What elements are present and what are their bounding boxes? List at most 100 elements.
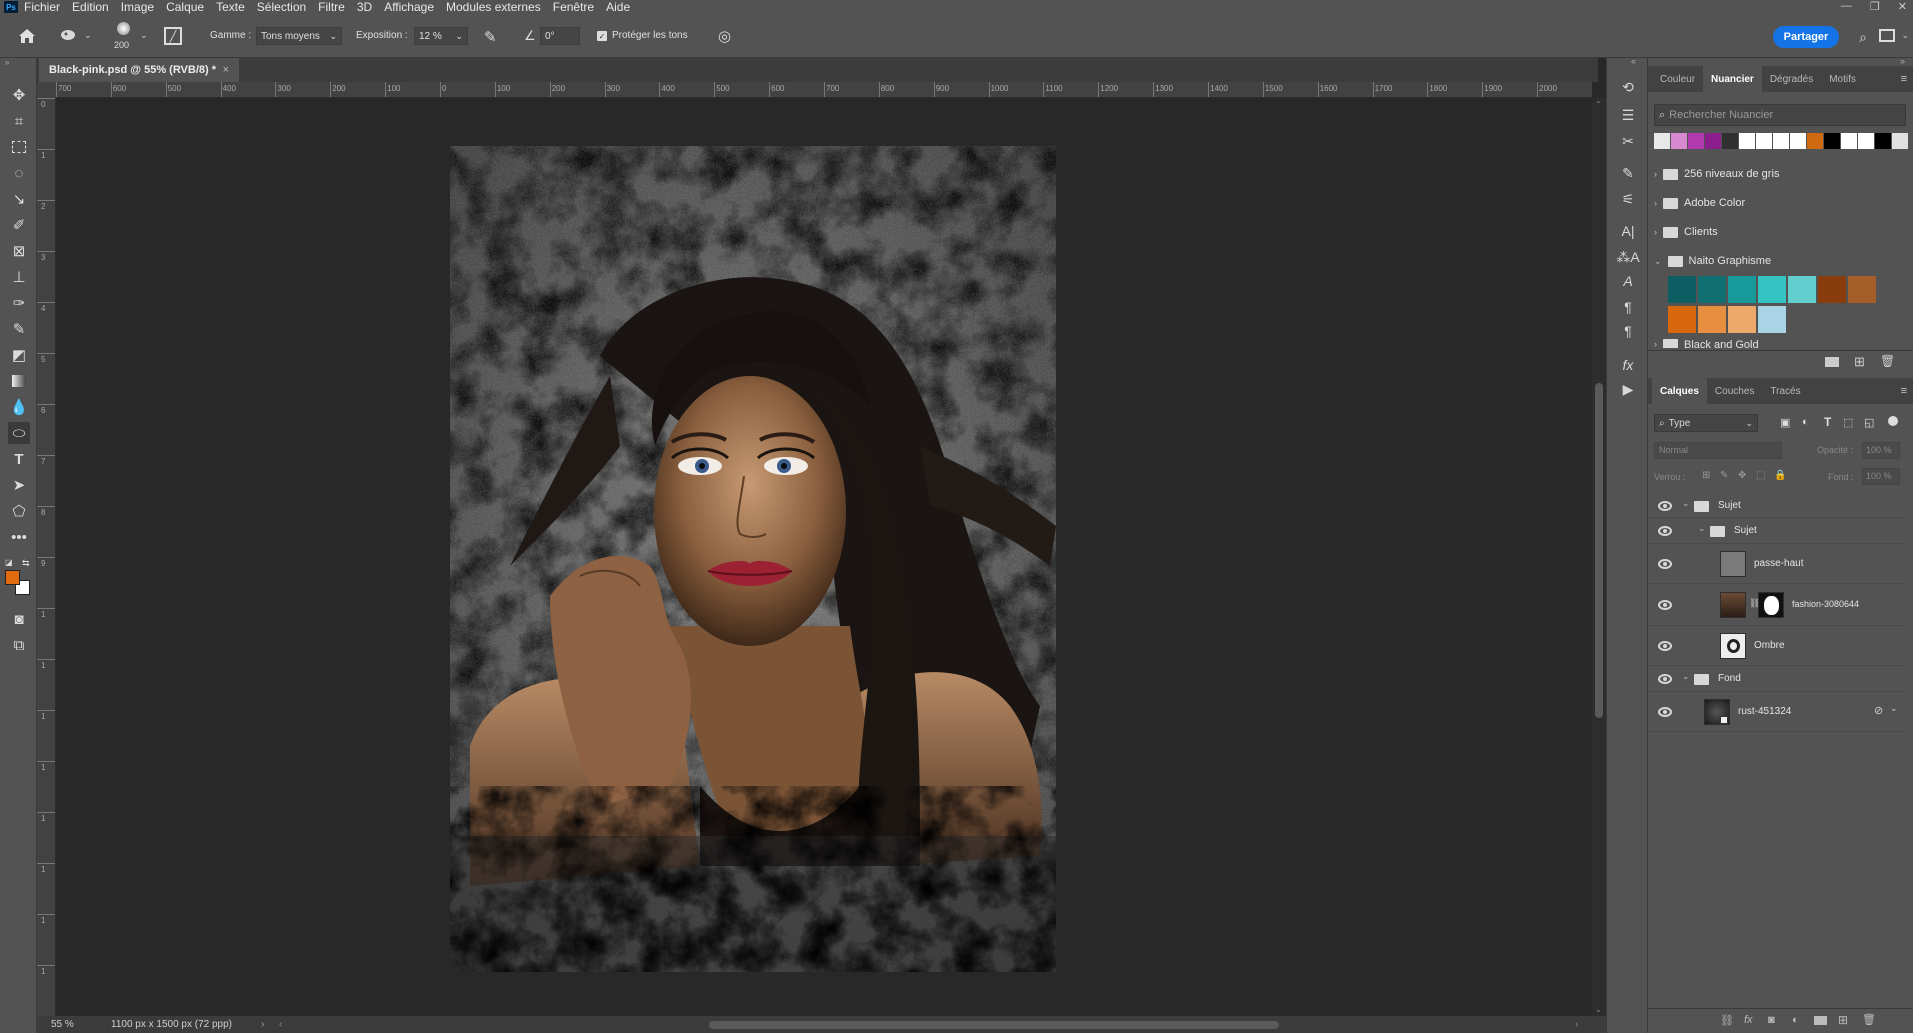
visibility-eye-icon[interactable] — [1658, 559, 1672, 569]
menu-filtre[interactable]: Filtre — [312, 0, 351, 14]
glyphs-icon[interactable]: A — [1617, 270, 1639, 292]
tab-degrades[interactable]: Dégradés — [1762, 66, 1821, 92]
menu-3d[interactable]: 3D — [351, 0, 378, 14]
menu-aide[interactable]: Aide — [600, 0, 636, 14]
brush-tool-icon[interactable]: ✎ — [8, 318, 30, 340]
exposure-input[interactable]: 12 % ⌄ — [414, 27, 468, 45]
tab-calques[interactable]: Calques — [1652, 378, 1707, 404]
vertical-ruler[interactable]: 0 1 2 3 4 5 6 7 8 9 1 1 1 1 1 1 1 1 — [37, 98, 56, 1016]
zoom-level[interactable]: 55 % — [51, 1019, 74, 1030]
layer-row[interactable]: ⌄ Sujet — [1648, 518, 1906, 544]
airbrush-icon[interactable]: ✎ — [484, 28, 497, 46]
swatch-search-input[interactable]: ⌕ Rechercher Nuancier — [1654, 104, 1906, 126]
eyedropper-icon[interactable]: ✑ — [8, 292, 30, 314]
menu-image[interactable]: Image — [115, 0, 160, 14]
lock-pixels-icon[interactable]: ⊞ — [1702, 470, 1710, 481]
new-group-icon[interactable] — [1814, 1016, 1827, 1025]
lock-paint-icon[interactable]: ✎ — [1720, 470, 1728, 481]
home-icon[interactable] — [16, 25, 38, 47]
adjustments-icon[interactable]: ☰ — [1617, 104, 1639, 126]
range-select[interactable]: Tons moyens ⌄ — [256, 27, 342, 45]
naito-swatch[interactable] — [1758, 306, 1786, 333]
sponge-tool-icon[interactable]: ⬭ — [8, 422, 30, 444]
layer-filter-select[interactable]: ⌕ Type ⌄ — [1654, 414, 1758, 432]
layer-mask-thumbnail[interactable] — [1758, 592, 1784, 618]
recent-swatch[interactable] — [1705, 133, 1721, 149]
more-tools-icon[interactable]: ••• — [8, 526, 30, 548]
lock-artboard-icon[interactable]: ⬚ — [1756, 470, 1765, 481]
vertical-scrollbar[interactable]: ⌃ ⌄ — [1592, 98, 1606, 1016]
naito-swatch[interactable] — [1668, 276, 1696, 303]
paragraph-icon[interactable]: ¶ — [1617, 296, 1639, 318]
workspace-icon[interactable] — [1879, 29, 1895, 42]
naito-swatch[interactable] — [1818, 276, 1846, 303]
paragraph-styles-icon[interactable]: ¶ — [1617, 320, 1639, 342]
restore-icon[interactable]: ❐ — [1870, 0, 1880, 13]
tab-couleur[interactable]: Couleur — [1652, 66, 1703, 92]
foreground-color-swatch[interactable] — [5, 570, 20, 585]
swatch-group[interactable]: ⌄ Naito Graphisme — [1654, 250, 1904, 272]
protect-tones-checkbox[interactable]: ✓ — [597, 31, 607, 41]
pressure-icon[interactable]: ◎ — [718, 27, 731, 45]
vertical-scroll-thumb[interactable] — [1595, 383, 1603, 718]
shape-tool-icon[interactable]: ⬠ — [8, 500, 30, 522]
lock-all-icon[interactable]: 🔒 — [1774, 470, 1786, 481]
visibility-eye-icon[interactable] — [1658, 501, 1672, 511]
chevron-down-icon[interactable]: ⌄ — [1698, 523, 1706, 534]
collapse-icon[interactable]: « — [1631, 56, 1636, 66]
direct-select-icon[interactable]: ➤ — [8, 474, 30, 496]
collapse-icon[interactable]: » — [1900, 56, 1905, 66]
new-layer-icon[interactable]: ⊞ — [1838, 1013, 1848, 1027]
menu-affichage[interactable]: Affichage — [378, 0, 440, 14]
eraser-tool-icon[interactable]: ◩ — [8, 344, 30, 366]
layer-row[interactable]: ⛓ fashion-3080644 — [1648, 584, 1906, 626]
visibility-eye-icon[interactable] — [1658, 526, 1672, 536]
menu-fenetre[interactable]: Fenêtre — [547, 0, 600, 14]
naito-swatch[interactable] — [1848, 276, 1876, 303]
crop-tool-icon[interactable]: ⌗ — [8, 110, 30, 132]
swatch-group[interactable]: › Black and Gold — [1654, 339, 1904, 348]
recent-swatch[interactable] — [1739, 133, 1755, 149]
panel-menu-icon[interactable]: ≡ — [1901, 385, 1907, 397]
naito-swatch[interactable] — [1668, 306, 1696, 333]
search-icon[interactable]: ⌕ — [1859, 29, 1867, 46]
recent-swatch[interactable] — [1671, 133, 1687, 149]
chevron-right-icon[interactable]: › — [1575, 1019, 1578, 1030]
canvas-area[interactable] — [56, 98, 1592, 1016]
fill-input[interactable]: 100 % — [1862, 468, 1900, 485]
recent-swatch[interactable] — [1807, 133, 1823, 149]
chevron-down-icon[interactable]: ⌄ — [1682, 498, 1690, 509]
swatch-group[interactable]: › Clients — [1654, 221, 1904, 243]
tab-traces[interactable]: Tracés — [1762, 378, 1808, 404]
collapse-icon[interactable]: » — [5, 58, 9, 67]
swatch-group[interactable]: › Adobe Color — [1654, 192, 1904, 214]
chevron-left-icon[interactable]: ‹ — [279, 1019, 282, 1030]
minimize-icon[interactable]: — — [1841, 0, 1852, 13]
panel-menu-icon[interactable]: ≡ — [1901, 73, 1907, 85]
fx-icon[interactable]: fx — [1744, 1014, 1753, 1026]
chevron-down-icon[interactable]: ⌄ — [1682, 671, 1690, 682]
tab-couches[interactable]: Couches — [1707, 378, 1762, 404]
recent-swatch[interactable] — [1722, 133, 1738, 149]
new-group-icon[interactable] — [1825, 357, 1839, 367]
trash-icon[interactable]: 🗑 — [1862, 1013, 1876, 1026]
menu-modules-externes[interactable]: Modules externes — [440, 0, 547, 14]
actions-icon[interactable]: ▶ — [1617, 378, 1639, 400]
brush-settings-icon[interactable]: ⚟ — [1617, 188, 1639, 210]
naito-swatch[interactable] — [1728, 306, 1756, 333]
swap-colors-icon[interactable]: ⇆ — [22, 558, 30, 569]
chevron-down-icon[interactable]: ⌄ — [1595, 1005, 1602, 1014]
frame-tool-icon[interactable]: ⊠ — [8, 240, 30, 262]
blend-mode-select[interactable]: Normal — [1654, 442, 1782, 459]
lock-position-icon[interactable]: ✥ — [1738, 470, 1746, 481]
character-styles-icon[interactable]: ⁂A — [1616, 246, 1639, 268]
close-icon[interactable]: ✕ — [1898, 0, 1907, 13]
character-icon[interactable]: A| — [1617, 220, 1639, 242]
recent-swatch[interactable] — [1654, 133, 1670, 149]
close-icon[interactable]: × — [223, 64, 229, 76]
chevron-down-icon[interactable]: ⌄ — [1890, 703, 1898, 714]
quick-mask-icon[interactable]: ◙ — [8, 608, 30, 630]
new-swatch-icon[interactable]: ⊞ — [1854, 354, 1865, 370]
recent-swatch[interactable] — [1841, 133, 1857, 149]
chevron-up-icon[interactable]: ⌃ — [1595, 100, 1602, 109]
